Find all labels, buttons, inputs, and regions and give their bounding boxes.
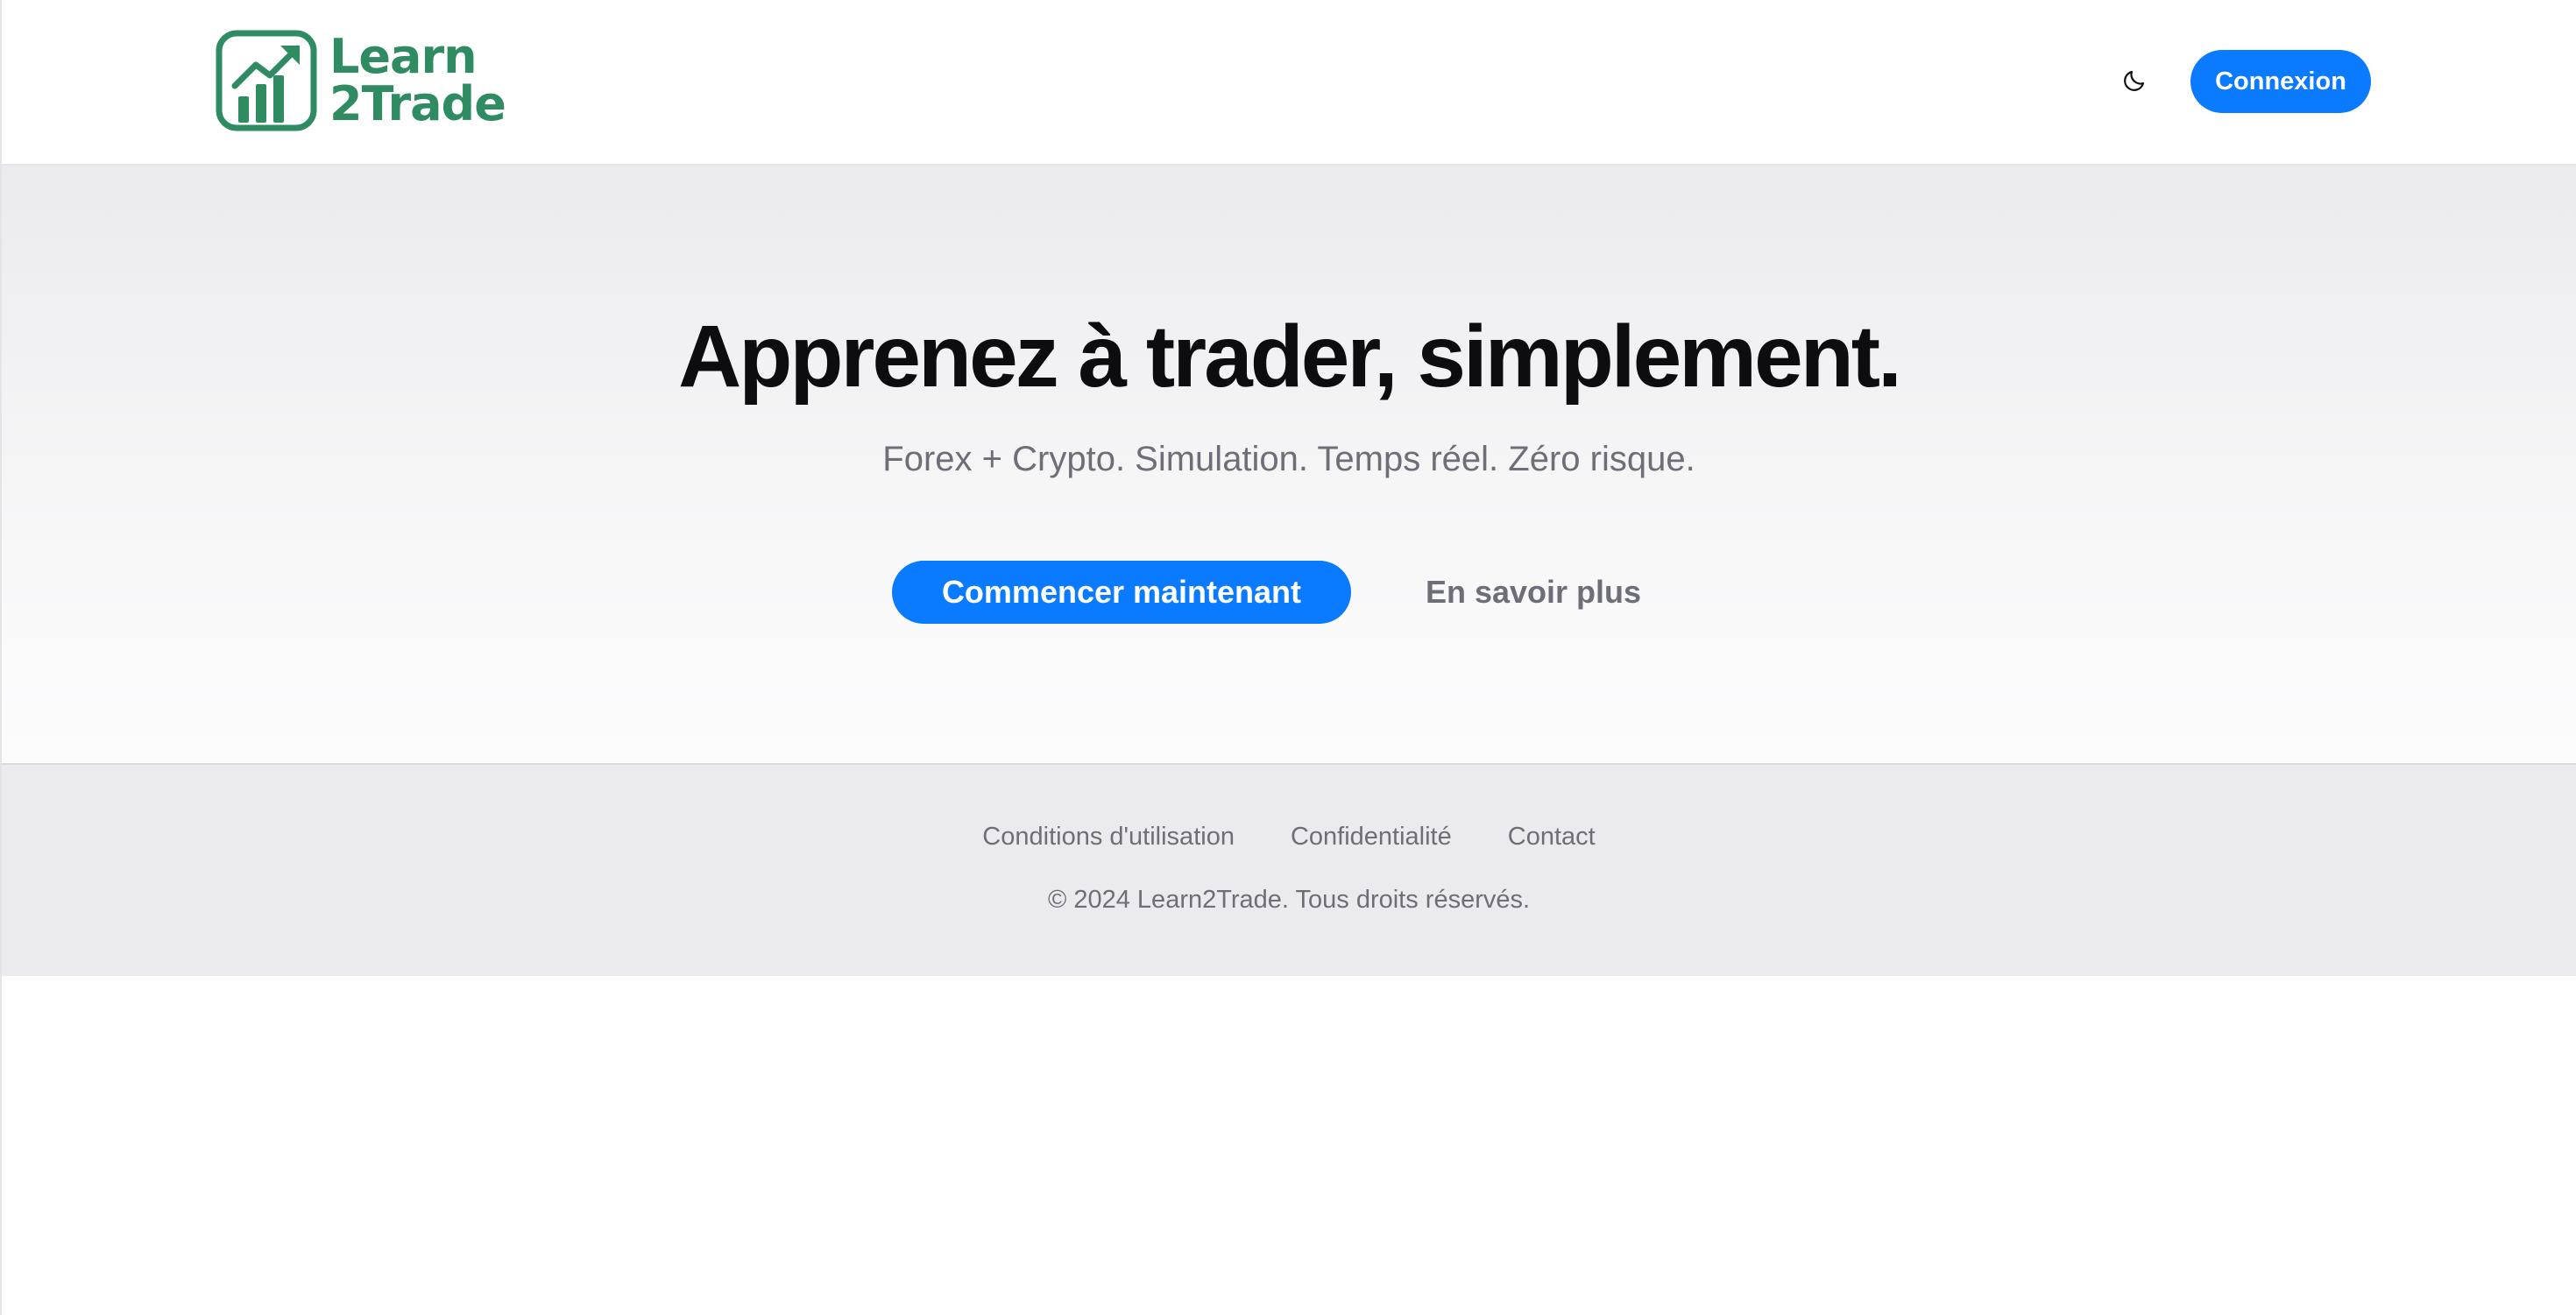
login-button[interactable]: Connexion	[2190, 50, 2371, 113]
logo-line-1: Learn	[329, 29, 478, 84]
logo[interactable]: Learn 2Trade	[216, 28, 506, 133]
moon-icon	[2121, 67, 2148, 98]
theme-toggle-button[interactable]	[2115, 63, 2154, 102]
hero-title: Apprenez à trader, simplement.	[678, 308, 1902, 406]
footer-link-terms[interactable]: Conditions d'utilisation	[982, 823, 1235, 852]
footer-link-contact[interactable]: Contact	[1508, 823, 1596, 852]
hero-section: Apprenez à trader, simplement. Forex + C…	[2, 166, 2576, 765]
site-footer: Conditions d'utilisation Confidentialité…	[2, 765, 2576, 976]
page: Learn 2Trade Connexion Apprenez à trader…	[0, 0, 2576, 1315]
logo-line-2: 2Trade	[329, 76, 506, 131]
rising-chart-icon	[216, 30, 317, 131]
learn-more-button[interactable]: En savoir plus	[1393, 561, 1674, 624]
hero-subtitle: Forex + Crypto. Simulation. Temps réel. …	[882, 440, 1695, 478]
site-header: Learn 2Trade Connexion	[2, 0, 2576, 166]
logo-wordmark: Learn 2Trade	[329, 33, 506, 128]
footer-link-privacy[interactable]: Confidentialité	[1291, 823, 1452, 852]
copyright-text: © 2024 Learn2Trade. Tous droits réservés…	[1047, 886, 1531, 914]
start-now-button[interactable]: Commencer maintenant	[892, 561, 1351, 624]
footer-links: Conditions d'utilisation Confidentialité…	[2, 823, 2576, 852]
